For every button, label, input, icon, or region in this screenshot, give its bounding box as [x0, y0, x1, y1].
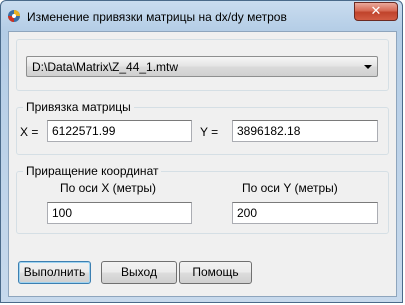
increment-y-label: По оси Y (метры) [242, 181, 338, 195]
close-button[interactable]: ✕ [354, 2, 398, 21]
binding-y-field[interactable]: 3896182.18 [232, 120, 378, 142]
binding-x-label: X = [20, 125, 39, 139]
dialog-client-area: D:\Data\Matrix\Z_44_1.mtw Привязка матри… [8, 31, 397, 297]
binding-x-field[interactable]: 6122571.99 [47, 120, 192, 142]
window-title: Изменение привязки матрицы на dx/dy метр… [27, 10, 287, 24]
file-path-value: D:\Data\Matrix\Z_44_1.mtw [32, 60, 179, 74]
help-button[interactable]: Помощь [179, 261, 252, 284]
close-icon: ✕ [370, 4, 382, 19]
increment-y-field[interactable]: 200 [232, 202, 378, 224]
exit-button[interactable]: Выход [101, 261, 177, 284]
dialog-window: Изменение привязки матрицы на dx/dy метр… [0, 0, 403, 303]
binding-y-label: Y = [200, 125, 219, 139]
increment-x-label: По оси X (метры) [60, 181, 156, 195]
title-bar[interactable]: Изменение привязки матрицы на dx/dy метр… [1, 1, 402, 31]
chevron-down-icon[interactable] [364, 65, 372, 69]
run-button[interactable]: Выполнить [18, 261, 91, 284]
file-path-combobox[interactable]: D:\Data\Matrix\Z_44_1.mtw [26, 56, 378, 77]
increment-x-field[interactable]: 100 [47, 202, 192, 224]
app-icon [8, 10, 20, 22]
increment-group-title: Приращение координат [23, 164, 162, 178]
binding-group-title: Привязка матрицы [23, 100, 134, 114]
